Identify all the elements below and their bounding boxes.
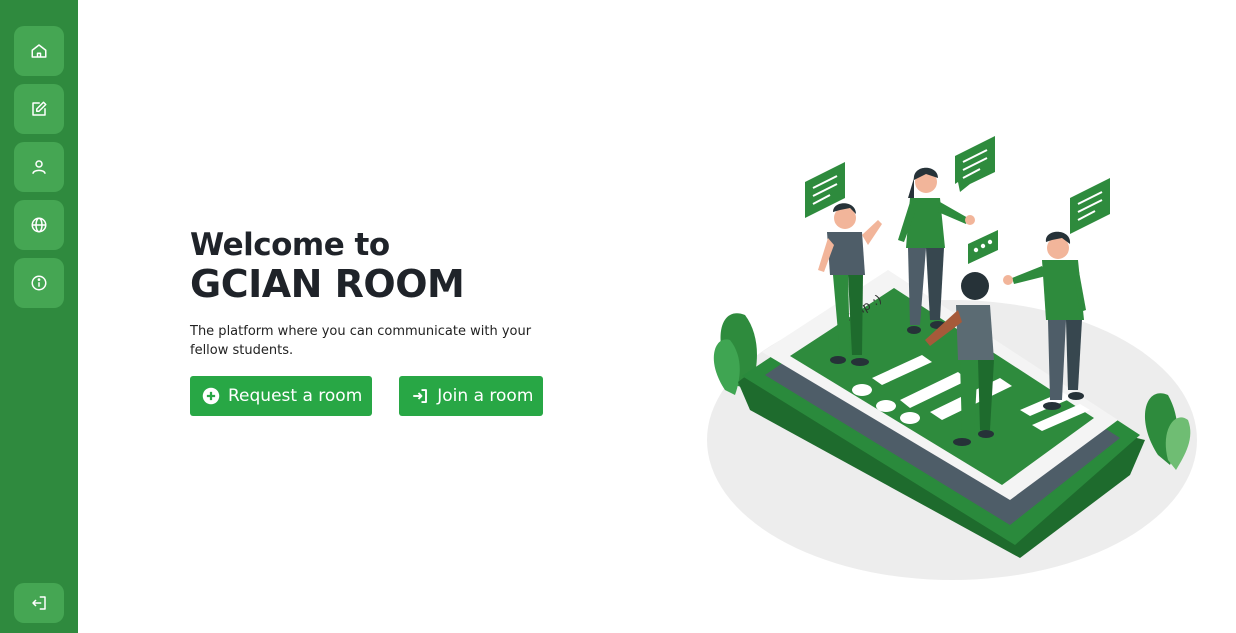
brand-title: GCIAN ROOM (190, 262, 465, 306)
join-room-button[interactable]: Join a room (399, 376, 544, 416)
logout-button[interactable] (14, 583, 64, 623)
home-icon (31, 44, 47, 58)
nav-edit-button[interactable] (14, 84, 64, 134)
nav-explore-button[interactable] (14, 200, 64, 250)
request-room-label: Request a room (228, 386, 363, 406)
welcome-heading: Welcome to (190, 227, 390, 263)
nav-profile-button[interactable] (14, 142, 64, 192)
user-icon (32, 160, 46, 174)
hero-section: Welcome to GCIAN ROOM The platform where… (190, 226, 610, 416)
plus-circle-icon (202, 387, 220, 405)
hero-illustration: Group :) (690, 120, 1210, 590)
students-chatting-illustration: Group :) (707, 136, 1197, 580)
join-room-label: Join a room (437, 386, 534, 406)
request-room-button[interactable]: Request a room (190, 376, 373, 416)
sign-in-icon (411, 387, 429, 405)
nav-home-button[interactable] (14, 26, 64, 76)
info-icon (31, 275, 47, 291)
logout-icon (32, 596, 46, 610)
globe-icon (31, 217, 47, 233)
tagline: The platform where you can communicate w… (190, 324, 532, 358)
action-buttons: Request a room Join a room (190, 376, 570, 416)
edit-icon (32, 101, 47, 116)
nav-about-button[interactable] (14, 258, 64, 308)
sidebar (0, 0, 78, 633)
